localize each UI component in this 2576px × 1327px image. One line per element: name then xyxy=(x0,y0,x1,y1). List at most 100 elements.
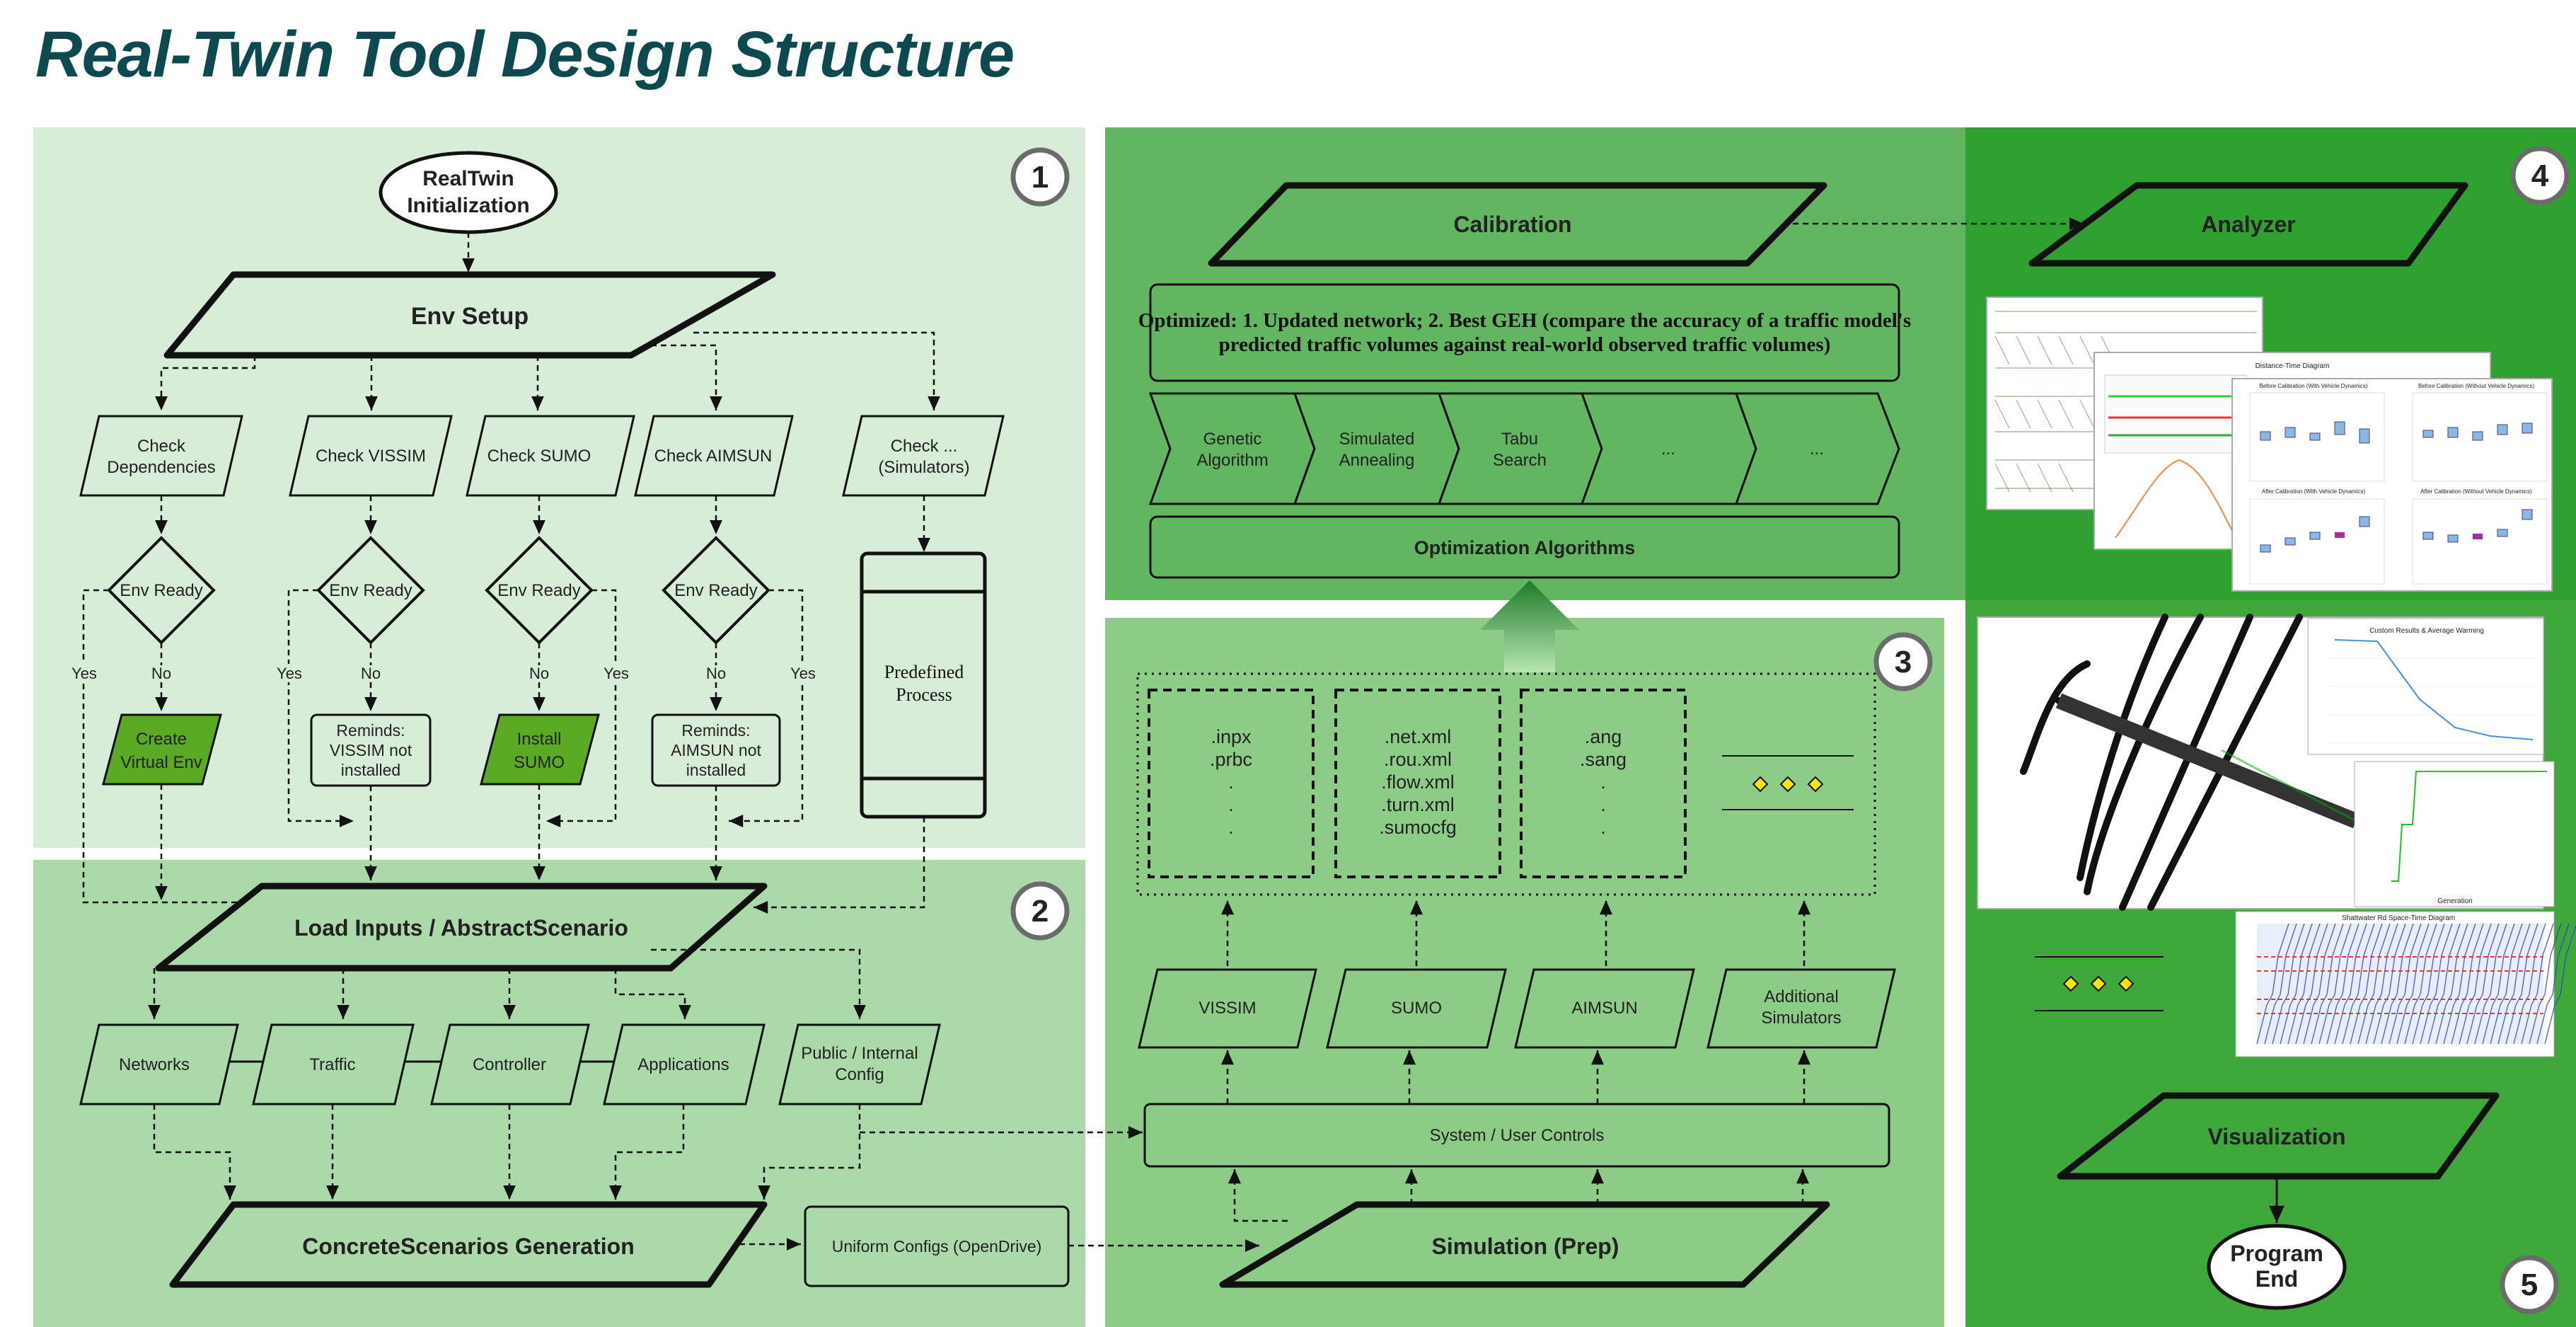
cost-chart-thumbnail: Custom Results & Average Warming xyxy=(2307,618,2544,755)
svg-text:Predefined: Predefined xyxy=(884,662,964,682)
svg-text:Check AIMSUN: Check AIMSUN xyxy=(654,447,773,466)
svg-text:No: No xyxy=(151,665,171,682)
svg-text:Search: Search xyxy=(1493,451,1547,470)
svg-text:Process: Process xyxy=(896,684,952,705)
svg-text:End: End xyxy=(2256,1266,2298,1292)
svg-text:AIMSUN not: AIMSUN not xyxy=(671,741,761,759)
file-extension-label: . xyxy=(1228,794,1234,815)
svg-text:installed: installed xyxy=(686,761,746,779)
file-extension-label: .sang xyxy=(1580,749,1627,770)
optimized-description-box: Optimized: 1. Updated network; 2. Best G… xyxy=(1138,283,1911,382)
svg-text:Simulators: Simulators xyxy=(1761,1009,1841,1028)
svg-text:Check: Check xyxy=(137,437,186,456)
check-dependencies-box: Check Dependencies xyxy=(79,415,243,497)
check-sumo-box: Check SUMO xyxy=(466,415,635,497)
genetic-algorithm-chevron xyxy=(1148,392,1316,505)
svg-text:Env Ready: Env Ready xyxy=(329,581,412,600)
svg-text:Env Ready: Env Ready xyxy=(674,581,757,600)
file-extension-label: .turn.xml xyxy=(1381,794,1455,815)
svg-text:After Calibration (Without Veh: After Calibration (Without Vehicle Dynam… xyxy=(2420,488,2532,495)
svg-text:Check SUMO: Check SUMO xyxy=(487,447,591,466)
vissim-box: VISSIM xyxy=(1138,968,1317,1049)
svg-text:Additional: Additional xyxy=(1764,987,1838,1006)
file-extension-label: .inpx xyxy=(1211,726,1252,747)
file-extension-label: . xyxy=(1600,817,1606,838)
svg-text:...: ... xyxy=(1661,440,1675,459)
load-inputs-parallelogram: Load Inputs / AbstractScenario xyxy=(155,883,768,972)
svg-text:Program: Program xyxy=(2230,1241,2323,1266)
svg-text:Calibration: Calibration xyxy=(1453,212,1571,237)
reminds-vissim-box: Reminds: VISSIM not installed xyxy=(310,713,432,787)
algorithm-chevrons xyxy=(1148,392,1900,505)
svg-text:Distance-Time Diagram: Distance-Time Diagram xyxy=(2256,362,2330,370)
calibration-boxplots-thumbnail: Before Calibration (With Vehicle Dynamic… xyxy=(2231,378,2553,592)
additional-simulators-box: Additional Simulators xyxy=(1706,968,1896,1049)
step-badge-5: 5 xyxy=(2500,1255,2559,1314)
svg-text:Yes: Yes xyxy=(71,665,97,682)
optimization-algorithms-box: Optimization Algorithms xyxy=(1149,515,1900,579)
step-badge-3: 3 xyxy=(1873,632,1933,691)
step-badge-4: 4 xyxy=(2510,146,2570,205)
svg-text:2: 2 xyxy=(1032,894,1049,929)
svg-text:AIMSUN: AIMSUN xyxy=(1571,999,1637,1018)
svg-text:Yes: Yes xyxy=(277,665,302,682)
simulated-annealing-chevron xyxy=(1293,392,1460,505)
svg-text:5: 5 xyxy=(2521,1268,2538,1302)
svg-text:Before Calibration (With Vehic: Before Calibration (With Vehicle Dynamic… xyxy=(2260,383,2368,389)
svg-text:4: 4 xyxy=(2531,159,2549,193)
svg-text:ConcreteScenarios Generation: ConcreteScenarios Generation xyxy=(302,1234,634,1259)
program-end-terminal: Program End xyxy=(2207,1224,2347,1310)
svg-text:Networks: Networks xyxy=(119,1055,190,1074)
step-badge-2: 2 xyxy=(1010,881,1070,941)
svg-text:Check VISSIM: Check VISSIM xyxy=(316,447,426,466)
svg-text:No: No xyxy=(529,665,549,682)
svg-text:Before Calibration (Without Ve: Before Calibration (Without Vehicle Dyna… xyxy=(2418,383,2534,389)
svg-text:VISSIM: VISSIM xyxy=(1199,999,1256,1018)
svg-text:Genetic: Genetic xyxy=(1203,430,1262,449)
svg-text:Initialization: Initialization xyxy=(407,194,529,217)
tabu-search-chevron xyxy=(1437,392,1603,505)
check-aimsun-box: Check AIMSUN xyxy=(634,415,794,497)
svg-text:Env Ready: Env Ready xyxy=(497,581,580,600)
start-terminal: RealTwin Initialization xyxy=(379,151,558,234)
svg-text:No: No xyxy=(706,665,726,682)
svg-text:Yes: Yes xyxy=(603,665,629,682)
svg-text:Create: Create xyxy=(136,730,187,749)
svg-text:Optimization Algorithms: Optimization Algorithms xyxy=(1414,537,1636,558)
svg-text:Reminds:: Reminds: xyxy=(681,721,750,740)
step-badge-1: 1 xyxy=(1010,147,1070,207)
svg-text:Custom Results & Average Warmi: Custom Results & Average Warming xyxy=(2369,627,2484,635)
svg-text:Analyzer: Analyzer xyxy=(2201,212,2295,237)
sumo-box: SUMO xyxy=(1326,968,1507,1049)
create-virtual-env-box: Create Virtual Env xyxy=(102,713,222,786)
file-extension-label: .ang xyxy=(1585,726,1622,747)
svg-text:Shattwater Rd Space-Time Diagr: Shattwater Rd Space-Time Diagram xyxy=(2342,914,2455,922)
svg-text:Public / Internal: Public / Internal xyxy=(801,1044,918,1063)
svg-text:Simulated: Simulated xyxy=(1339,430,1415,449)
svg-text:Yes: Yes xyxy=(790,665,816,682)
file-extension-label: .sumocfg xyxy=(1379,817,1457,838)
file-extension-label: .rou.xml xyxy=(1384,749,1452,770)
calibration-parallelogram: Calibration xyxy=(1208,182,1827,267)
install-sumo-box: Install SUMO xyxy=(480,713,600,786)
svg-text:System / User Controls: System / User Controls xyxy=(1430,1126,1605,1145)
file-extension-label: .net.xml xyxy=(1385,726,1452,747)
svg-text:Check ...: Check ... xyxy=(891,437,958,456)
networks-box: Networks xyxy=(79,1023,239,1105)
generation-chart-thumbnail: Generation xyxy=(2354,761,2555,907)
public-internal-config-box: Public / Internal Config xyxy=(778,1023,941,1105)
file-extension-label: .flow.xml xyxy=(1381,771,1455,793)
svg-text:Controller: Controller xyxy=(473,1055,546,1074)
check-other-simulators-box: Check ... (Simulators) xyxy=(842,415,1005,497)
svg-text:installed: installed xyxy=(341,761,400,779)
svg-text:Annealing: Annealing xyxy=(1339,451,1415,470)
svg-text:predicted traffic volumes agai: predicted traffic volumes against real-w… xyxy=(1219,333,1831,356)
svg-text:3: 3 xyxy=(1895,645,1912,679)
controller-box: Controller xyxy=(430,1023,590,1105)
svg-text:Optimized: 1. Updated network;: Optimized: 1. Updated network; 2. Best G… xyxy=(1138,309,1911,332)
svg-text:After Calibration (With Vehicl: After Calibration (With Vehicle Dynamics… xyxy=(2262,488,2366,495)
svg-text:Uniform Configs (OpenDrive): Uniform Configs (OpenDrive) xyxy=(832,1237,1042,1256)
traffic-box: Traffic xyxy=(252,1023,415,1105)
svg-text:Env Ready: Env Ready xyxy=(120,581,202,600)
predefined-process-box: Predefined Process xyxy=(860,551,987,819)
